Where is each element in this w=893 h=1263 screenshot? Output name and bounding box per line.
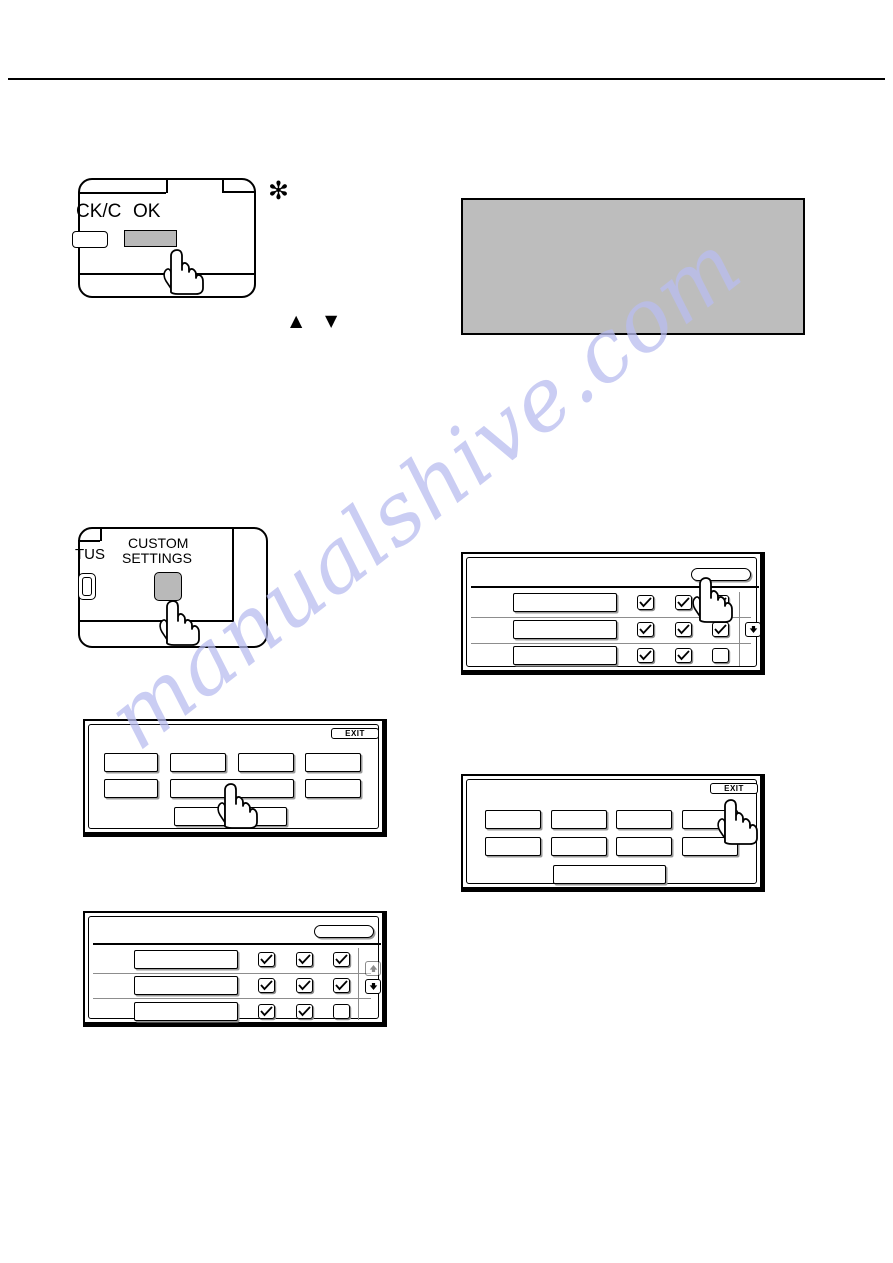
panel-bottom-separator-2 [78,620,234,623]
label-status: TUS [75,546,105,563]
header-divider [93,943,381,945]
panel-top-notch-left [78,192,166,194]
back-clear-key[interactable] [72,231,108,248]
row-divider-1 [471,617,751,619]
menu-button[interactable] [238,753,294,772]
list-row-label[interactable] [513,646,617,665]
header-rule [8,78,885,80]
row-divider-2 [93,998,371,1000]
checkbox-checked[interactable] [258,952,275,967]
menu-button[interactable] [616,810,672,829]
arrow-down-glyph: ▼ [325,311,338,330]
checkbox-checked[interactable] [333,978,350,993]
checkbox-checked[interactable] [712,595,729,610]
panel-notch-riser [100,529,102,541]
menu-wide-bottom-button[interactable] [553,865,666,884]
watermark: manualshive.com [89,215,880,980]
checkbox-checked[interactable] [296,952,313,967]
account-list-screen-top [461,552,765,675]
scroll-column-divider [358,948,360,1020]
panel-top-notch-riser [166,180,168,193]
list-header-button[interactable] [691,568,751,581]
checkbox-checked[interactable] [637,648,654,663]
ok-key[interactable] [124,230,177,247]
exit-button[interactable]: EXIT [331,728,379,739]
menu-button[interactable] [551,810,607,829]
checkbox-checked[interactable] [296,1004,313,1019]
menu-button[interactable] [682,810,738,829]
checkbox-checked[interactable] [675,595,692,610]
list-row-label[interactable] [134,1002,238,1021]
custom-settings-menu-screen-2: EXIT [461,774,765,892]
menu-button-wide[interactable] [170,779,294,798]
menu-button[interactable] [170,753,226,772]
menu-wide-bottom-button[interactable] [174,807,287,826]
menu-button[interactable] [485,837,541,856]
account-list-screen-bottom [83,911,387,1027]
list-row-label[interactable] [134,976,238,995]
row-divider-1 [93,973,371,975]
checkbox-checked[interactable] [712,622,729,637]
menu-button[interactable] [104,779,158,798]
list-row-label[interactable] [134,950,238,969]
checkbox-checked[interactable] [675,648,692,663]
list-row-label[interactable] [513,593,617,612]
panel-bottom-separator [78,273,256,276]
menu-button[interactable] [305,753,361,772]
header-divider [471,586,759,588]
menu-button[interactable] [104,753,158,772]
checkbox-checked[interactable] [333,952,350,967]
list-header-button[interactable] [314,925,374,938]
checkbox-checked[interactable] [637,595,654,610]
row-divider-2 [471,643,751,645]
scroll-up-button[interactable] [365,961,381,976]
footnote-asterisk: ✻ [268,176,289,205]
checkbox-checked[interactable] [675,622,692,637]
scroll-column-divider [739,592,741,666]
checkbox-checked[interactable] [296,978,313,993]
operation-panel-custom-settings: TUS CUSTOM SETTINGS [75,527,268,648]
label-settings: SETTINGS [122,550,193,566]
checkbox-checked[interactable] [637,622,654,637]
checkbox-checked[interactable] [258,1004,275,1019]
operation-panel-ok: CK/C OK [72,178,256,298]
hand-pointer-icon [163,249,204,295]
custom-settings-menu-screen: EXIT [83,719,387,837]
menu-button[interactable] [682,837,738,856]
panel-right-divider [232,529,234,621]
checkbox-unchecked[interactable] [333,1004,350,1019]
manual-page: manualshive.com CK/C OK ✻ ▲ ▼ TUS CUSTOM… [0,0,893,1263]
panel-notch-left [78,540,100,542]
checkbox-unchecked[interactable] [712,648,729,663]
status-key-inner [82,577,92,596]
custom-settings-key[interactable] [154,572,182,601]
menu-button[interactable] [485,810,541,829]
menu-button[interactable] [305,779,361,798]
list-row-label[interactable] [513,620,617,639]
menu-button[interactable] [551,837,607,856]
panel-top-notch-right [222,191,256,193]
checkbox-checked[interactable] [258,978,275,993]
label-custom: CUSTOM [128,535,189,551]
label-back-clear: CK/C [76,201,122,222]
menu-button[interactable] [616,837,672,856]
scroll-down-button[interactable] [365,979,381,994]
redacted-note-box [461,198,805,335]
label-ok: OK [133,201,161,222]
exit-button[interactable]: EXIT [710,783,758,794]
arrow-up-glyph: ▲ [290,311,303,330]
scroll-down-button[interactable] [745,622,761,637]
